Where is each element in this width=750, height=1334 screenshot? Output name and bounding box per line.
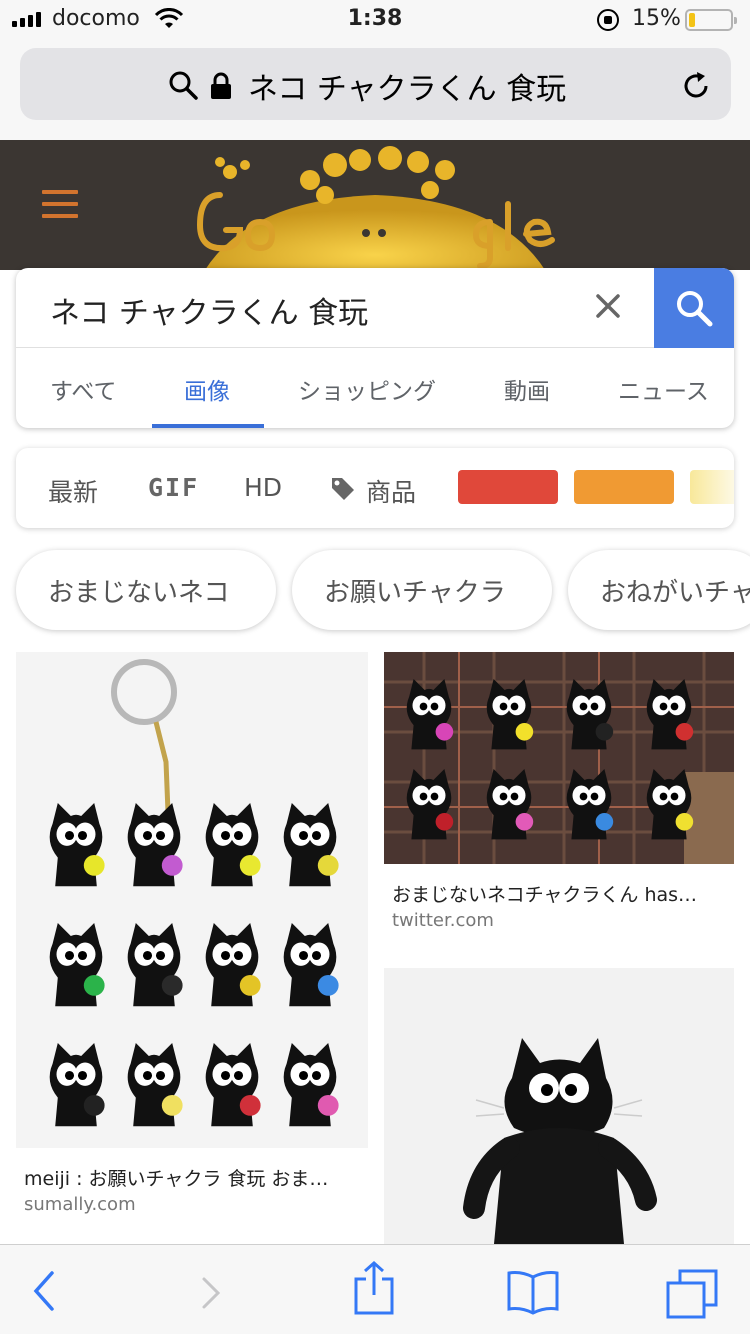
search-button[interactable]	[654, 268, 734, 348]
result-image[interactable]	[384, 652, 734, 864]
image-result[interactable]: おまじないネコチャクラくん has… twitter.com	[384, 652, 734, 942]
tab-news[interactable]: ニュース	[618, 372, 709, 406]
image-result[interactable]	[384, 968, 734, 1244]
search-icon	[677, 291, 713, 327]
tab-images[interactable]: 画像	[184, 372, 230, 406]
related-chip[interactable]: おねがいチャ	[568, 550, 750, 630]
browser-address-area: ネコ チャクラくん 食玩	[0, 40, 750, 140]
tab-shopping[interactable]: ショッピング	[298, 372, 436, 406]
google-header	[0, 140, 750, 270]
clear-icon[interactable]	[594, 292, 622, 320]
filter-products[interactable]: 商品	[366, 473, 416, 509]
reload-icon[interactable]	[680, 70, 712, 102]
address-bar[interactable]: ネコ チャクラくん 食玩	[20, 48, 731, 120]
tabs-icon[interactable]	[666, 1269, 720, 1319]
chip-label: お願いチャクラ	[324, 578, 506, 608]
color-filter-red[interactable]	[458, 470, 558, 504]
forward-icon[interactable]	[196, 1269, 226, 1313]
chip-label: おまじないネコ	[48, 578, 230, 608]
filter-latest[interactable]: 最新	[48, 473, 98, 509]
result-title: meiji : お願いチャクラ 食玩 おま…	[24, 1168, 329, 1190]
image-result[interactable]: meiji : お願いチャクラ 食玩 おま… sumally.com	[16, 652, 368, 1222]
search-icon	[169, 71, 198, 100]
result-title: おまじないネコチャクラくん has…	[392, 884, 698, 906]
share-icon[interactable]	[352, 1261, 396, 1317]
color-filter-orange[interactable]	[574, 470, 674, 504]
result-image[interactable]	[384, 968, 734, 1244]
battery-percent: 15%	[632, 6, 681, 31]
active-tab-indicator	[152, 424, 264, 428]
tab-all[interactable]: すべて	[50, 372, 116, 406]
address-url: ネコ チャクラくん 食玩	[248, 72, 567, 107]
result-image[interactable]	[16, 652, 368, 1148]
safari-toolbar	[0, 1244, 750, 1334]
image-filter-bar: 最新 GIF HD 商品	[16, 448, 734, 528]
search-box: ネコ チャクラくん 食玩 すべて 画像 ショッピング 動画 ニュース	[16, 268, 734, 428]
filter-hd[interactable]: HD	[244, 473, 282, 502]
filter-gif[interactable]: GIF	[148, 473, 199, 502]
orientation-lock-icon	[597, 9, 619, 31]
related-chip[interactable]: おまじないネコ	[16, 550, 276, 630]
google-doodle-logo[interactable]	[190, 140, 570, 270]
search-tabs: すべて 画像 ショッピング 動画 ニュース	[16, 348, 734, 428]
search-input[interactable]: ネコ チャクラくん 食玩	[50, 288, 368, 332]
result-source: sumally.com	[24, 1194, 136, 1215]
bookmarks-icon[interactable]	[506, 1269, 560, 1315]
back-icon[interactable]	[30, 1269, 60, 1313]
battery-icon	[685, 9, 737, 31]
related-chip[interactable]: お願いチャクラ	[292, 550, 552, 630]
color-filter-yellow[interactable]	[690, 470, 734, 504]
result-source: twitter.com	[392, 910, 494, 931]
chip-label: おねがいチャ	[600, 578, 750, 608]
tab-videos[interactable]: 動画	[504, 372, 550, 406]
tag-icon	[332, 478, 354, 500]
hamburger-menu-icon[interactable]	[42, 190, 78, 226]
lock-icon	[211, 72, 231, 99]
status-bar: docomo 1:38 15%	[0, 0, 750, 40]
